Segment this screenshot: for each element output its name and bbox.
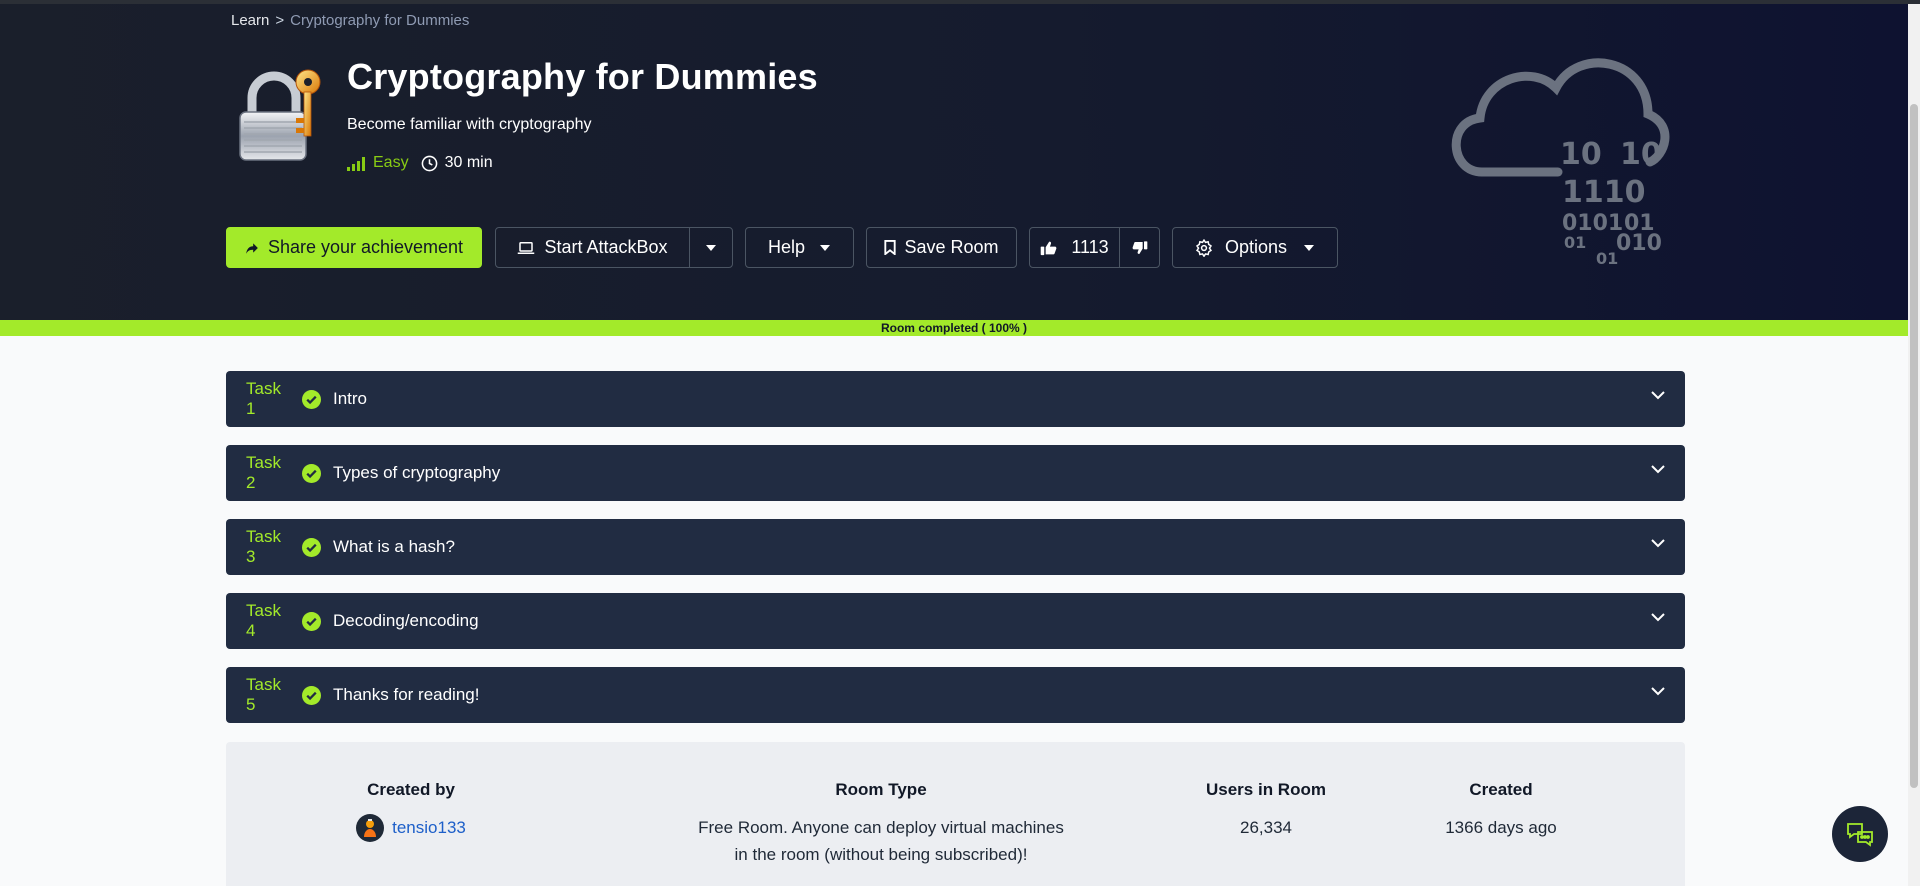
laptop-icon xyxy=(518,241,535,254)
created-value: 1366 days ago xyxy=(1445,818,1557,837)
room-type-column: Room Type Free Room. Anyone can deploy v… xyxy=(681,780,1081,868)
task-number: Task 4 xyxy=(246,601,281,640)
downvote-button[interactable] xyxy=(1120,228,1159,267)
created-heading: Created xyxy=(1469,780,1533,799)
save-room-button[interactable]: Save Room xyxy=(866,227,1017,268)
chat-bubbles-icon xyxy=(1847,823,1873,847)
attackbox-label: Start AttackBox xyxy=(544,237,668,257)
share-achievement-button[interactable]: Share your achievement xyxy=(226,227,482,268)
room-actions: Share your achievement Start AttackBox H… xyxy=(226,227,1350,268)
check-circle-icon xyxy=(302,685,321,705)
task-number: Task 5 xyxy=(246,675,281,714)
start-attackbox-button[interactable]: Start AttackBox xyxy=(496,228,689,267)
user-avatar-icon xyxy=(364,819,377,837)
upvote-count: 1113 xyxy=(1071,237,1109,257)
signal-bars-icon xyxy=(347,156,365,171)
room-header: Learn > Cryptography for Dummies Cryptogra… xyxy=(0,4,1920,320)
users-heading: Users in Room xyxy=(1206,780,1326,799)
chat-support-button[interactable] xyxy=(1832,806,1888,862)
chevron-down-icon[interactable] xyxy=(1651,391,1665,400)
svg-text:10: 10 xyxy=(1560,137,1602,172)
room-meta: Easy 30 min xyxy=(347,154,493,172)
check-circle-icon xyxy=(302,463,321,483)
task-row[interactable]: Task 2 Types of cryptography xyxy=(226,445,1685,501)
task-number: Task 1 xyxy=(246,379,281,418)
padlock-with-key-icon xyxy=(239,69,321,161)
options-label: Options xyxy=(1224,237,1288,257)
task-title: What is a hash? xyxy=(333,537,455,556)
avatar[interactable] xyxy=(356,814,385,842)
clock-icon xyxy=(421,155,437,171)
task-row[interactable]: Task 5 Thanks for reading! xyxy=(226,667,1685,723)
check-circle-icon xyxy=(302,611,321,631)
caret-down-icon xyxy=(820,244,831,251)
users-column: Users in Room 26,334 xyxy=(1181,780,1351,841)
bookmark-icon xyxy=(884,240,897,255)
svg-text:10: 10 xyxy=(1620,137,1662,172)
room-subtitle: Become familiar with cryptography xyxy=(347,116,592,133)
attackbox-dropdown-toggle[interactable] xyxy=(690,228,732,267)
progress-label: Room completed ( 100% ) xyxy=(880,321,1028,335)
task-row[interactable]: Task 4 Decoding/encoding xyxy=(226,593,1685,649)
help-label: Help xyxy=(767,237,806,257)
thumbs-up-icon xyxy=(1041,241,1057,255)
thumbs-down-icon xyxy=(1132,240,1147,254)
creator-link[interactable]: tensio133 xyxy=(392,818,466,838)
task-number: Task 3 xyxy=(246,527,281,566)
caret-down-icon xyxy=(1304,244,1315,251)
cloud-binary-icon: 10 10 1110 0101 01 01 010 01 xyxy=(1451,58,1670,268)
chevron-down-icon[interactable] xyxy=(1651,539,1665,548)
room-type-heading: Room Type xyxy=(835,780,927,799)
duration-badge: 30 min xyxy=(421,154,493,172)
created-column: Created 1366 days ago xyxy=(1411,780,1591,841)
task-title: Types of cryptography xyxy=(333,463,501,482)
share-label: Share your achievement xyxy=(267,237,464,257)
task-row[interactable]: Task 1 Intro xyxy=(226,371,1685,427)
task-row[interactable]: Task 3 What is a hash? xyxy=(226,519,1685,575)
difficulty-badge: Easy xyxy=(347,154,409,172)
duration-label: 30 min xyxy=(444,154,493,171)
task-title: Intro xyxy=(333,389,368,408)
gear-icon xyxy=(1195,238,1212,257)
svg-text:010: 010 xyxy=(1616,231,1662,256)
scrollbar-thumb[interactable] xyxy=(1910,104,1918,788)
chevron-down-icon[interactable] xyxy=(1651,613,1665,622)
room-info-panel: Created by tensio133 Room Type Free Room… xyxy=(226,742,1685,886)
breadcrumb-separator: > xyxy=(275,12,285,29)
room-progress-bar: Room completed ( 100% ) xyxy=(0,320,1920,336)
breadcrumb: Learn > Cryptography for Dummies xyxy=(231,12,469,29)
upvote-button[interactable]: 1113 xyxy=(1030,228,1119,267)
vote-group: 1113 xyxy=(1029,227,1160,268)
save-room-label: Save Room xyxy=(904,237,999,257)
caret-down-icon xyxy=(706,244,716,251)
check-circle-icon xyxy=(302,389,321,409)
task-title: Thanks for reading! xyxy=(333,685,480,704)
room-type-line-2: in the room (without being subscribed)! xyxy=(734,845,1028,864)
options-dropdown-button[interactable]: Options xyxy=(1172,227,1338,268)
check-circle-icon xyxy=(302,537,321,557)
creator-row: tensio133 xyxy=(326,814,496,842)
created-by-column: Created by tensio133 xyxy=(326,780,496,842)
attackbox-split-button: Start AttackBox xyxy=(495,227,733,268)
task-title: Decoding/encoding xyxy=(333,611,479,630)
page-scrollbar[interactable] xyxy=(1908,4,1920,886)
users-count: 26,334 xyxy=(1240,818,1292,837)
svg-text:01: 01 xyxy=(1564,233,1586,252)
breadcrumb-current: Cryptography for Dummies xyxy=(290,12,470,29)
svg-text:01: 01 xyxy=(1596,249,1618,268)
room-title: Cryptography for Dummies xyxy=(347,56,818,97)
share-arrow-icon xyxy=(246,242,258,254)
task-list: Task 1 Intro Task 2 Types of cryptograph… xyxy=(226,371,1685,741)
room-type-line-1: Free Room. Anyone can deploy virtual mac… xyxy=(698,818,1064,837)
task-number: Task 2 xyxy=(246,453,281,492)
chevron-down-icon[interactable] xyxy=(1651,687,1665,696)
svg-text:1110: 1110 xyxy=(1562,175,1646,210)
created-by-heading: Created by xyxy=(367,780,455,799)
breadcrumb-learn[interactable]: Learn xyxy=(231,12,269,29)
difficulty-label: Easy xyxy=(373,154,409,171)
chevron-down-icon[interactable] xyxy=(1651,465,1665,474)
help-dropdown-button[interactable]: Help xyxy=(745,227,854,268)
